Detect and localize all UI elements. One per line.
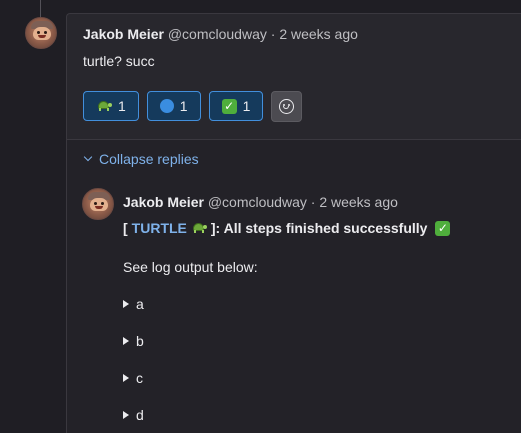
disclosure-triangle-icon <box>123 411 129 419</box>
details-summary-c[interactable]: c <box>123 370 143 386</box>
reaction-blue-circle-button[interactable]: 1 <box>146 91 201 121</box>
reply-timestamp[interactable]: 2 weeks ago <box>319 194 398 210</box>
avatar-face <box>90 198 108 211</box>
page: Jakob Meier @comcloudway · 2 weeks ago t… <box>0 0 521 433</box>
details-label: a <box>136 296 144 312</box>
reply-author-handle[interactable]: @comcloudway <box>208 194 307 210</box>
author-name[interactable]: Jakob Meier <box>83 26 164 42</box>
add-reaction-button[interactable] <box>271 91 303 122</box>
disclosure-triangle-icon <box>123 337 129 345</box>
details-label: d <box>136 407 144 423</box>
details-summary-b[interactable]: b <box>123 333 144 349</box>
details-summary-a[interactable]: a <box>123 296 144 312</box>
reaction-check-button[interactable]: ✓ 1 <box>208 91 264 121</box>
check-mark-icon: ✓ <box>435 220 451 236</box>
disclosure-triangle-icon <box>123 300 129 308</box>
author-handle[interactable]: @comcloudway <box>168 26 267 42</box>
timeline-connector <box>40 0 41 18</box>
meta-separator: · <box>270 26 276 42</box>
replies-section: Collapse replies Jakob Meier @comcloudwa… <box>66 139 521 433</box>
title-prefix: [ <box>123 220 128 236</box>
author-avatar[interactable] <box>25 17 57 49</box>
meta-separator: · <box>310 194 316 210</box>
turtle-icon <box>191 222 207 234</box>
reactions-bar: 1 1 ✓ 1 <box>83 91 303 122</box>
details-label: b <box>136 333 144 349</box>
reaction-turtle-button[interactable]: 1 <box>83 91 139 121</box>
check-mark-icon: ✓ <box>221 98 237 114</box>
reply-author-avatar[interactable] <box>82 188 114 220</box>
collapse-replies-label: Collapse replies <box>99 151 199 167</box>
note-timestamp[interactable]: 2 weeks ago <box>279 26 358 42</box>
note-header: Jakob Meier @comcloudway · 2 weeks ago <box>83 26 358 42</box>
turtle-link[interactable]: TURTLE <box>132 220 187 236</box>
reaction-count: 1 <box>179 98 188 114</box>
title-suffix: ]: All steps finished successfully <box>210 220 428 236</box>
reaction-count: 1 <box>242 98 251 114</box>
smiley-icon <box>279 99 295 114</box>
blue-circle-icon <box>159 99 174 113</box>
avatar-face <box>33 27 51 40</box>
note-body: turtle? succ <box>83 53 155 69</box>
reply-header: Jakob Meier @comcloudway · 2 weeks ago <box>123 194 398 210</box>
details-summary-d[interactable]: d <box>123 407 144 423</box>
reply-title: [TURTLE ]: All steps finished successful… <box>123 220 451 236</box>
disclosure-triangle-icon <box>123 374 129 382</box>
reaction-count: 1 <box>118 98 126 114</box>
details-label: c <box>136 370 143 386</box>
log-intro-text: See log output below: <box>123 259 258 275</box>
collapse-replies-button[interactable]: Collapse replies <box>83 151 199 167</box>
reply-author-name[interactable]: Jakob Meier <box>123 194 204 210</box>
note-card: Jakob Meier @comcloudway · 2 weeks ago t… <box>66 13 521 139</box>
chevron-down-icon <box>83 152 93 162</box>
turtle-icon <box>96 100 112 112</box>
